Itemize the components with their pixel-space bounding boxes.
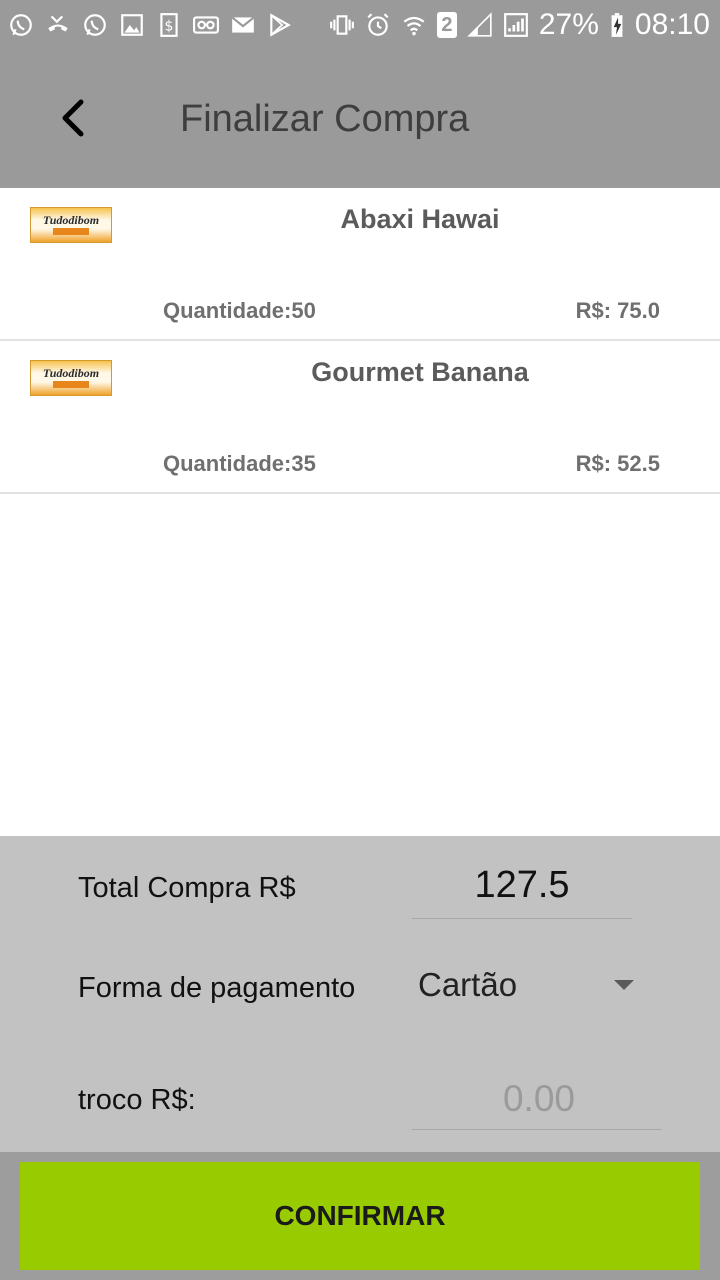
sim-badge: 2 — [436, 12, 457, 38]
logo-text: Tudodibom — [43, 366, 99, 380]
item-quantity: Quantidade:50 — [163, 298, 316, 323]
payment-method-dropdown[interactable]: Cartão — [412, 964, 652, 1008]
missed-call-icon — [45, 12, 71, 38]
dollar-icon: $ — [156, 12, 182, 38]
change-input[interactable]: 0.00 — [412, 1076, 662, 1130]
whatsapp-icon — [82, 12, 108, 38]
total-value: 127.5 — [412, 864, 632, 919]
email-icon — [230, 12, 256, 38]
item-price: R$: 52.5 — [575, 451, 660, 476]
brand-logo: Tudodibom — [30, 207, 112, 243]
battery-charging-icon — [609, 12, 625, 38]
signal-icon — [503, 12, 529, 38]
svg-text:$: $ — [165, 18, 174, 34]
back-arrow-icon — [62, 99, 84, 137]
page-title: Finalizar Compra — [180, 98, 470, 140]
notification-icons: $ — [8, 10, 293, 40]
wifi-icon — [401, 12, 427, 38]
total-label: Total Compra R$ — [78, 872, 296, 904]
brand-logo: Tudodibom — [30, 360, 112, 396]
payment-label: Forma de pagamento — [78, 972, 356, 1004]
item-name: Abaxi Hawai — [340, 204, 500, 234]
change-label: troco R$: — [78, 1084, 196, 1116]
item-price: R$: 75.0 — [575, 298, 660, 323]
confirm-button[interactable]: CONFIRMAR — [20, 1162, 700, 1270]
item-quantity: Quantidade:35 — [163, 451, 316, 476]
cart-list: Tudodibom Abaxi Hawai Quantidade:50 R$: … — [0, 188, 720, 494]
order-summary-panel: Total Compra R$ 127.5 Forma de pagamento… — [0, 836, 720, 1152]
status-bar: $ 2 27% 08:10 — [0, 0, 720, 50]
sim-badge-number: 2 — [441, 13, 453, 36]
vibrate-icon — [329, 12, 355, 38]
clock: 08:10 — [634, 8, 710, 41]
battery-percent: 27% — [538, 8, 599, 41]
cart-item[interactable]: Tudodibom Abaxi Hawai Quantidade:50 R$: … — [0, 188, 720, 341]
alarm-icon — [365, 12, 391, 38]
cart-item[interactable]: Tudodibom Gourmet Banana Quantidade:35 R… — [0, 341, 720, 494]
confirm-bar: CONFIRMAR — [0, 1152, 720, 1280]
signal-weak-icon — [467, 12, 493, 38]
image-icon — [119, 12, 145, 38]
item-name: Gourmet Banana — [311, 357, 529, 387]
payment-method-value: Cartão — [418, 966, 518, 1003]
logo-text: Tudodibom — [43, 213, 99, 227]
back-button[interactable] — [44, 90, 100, 146]
app-bar: Finalizar Compra — [0, 50, 720, 188]
voicemail-icon — [193, 12, 219, 38]
play-store-icon — [267, 12, 293, 38]
system-status: 2 27% 08:10 — [329, 8, 710, 42]
whatsapp-icon — [8, 12, 34, 38]
dropdown-arrow-icon — [614, 980, 634, 990]
change-placeholder: 0.00 — [502, 1078, 575, 1119]
